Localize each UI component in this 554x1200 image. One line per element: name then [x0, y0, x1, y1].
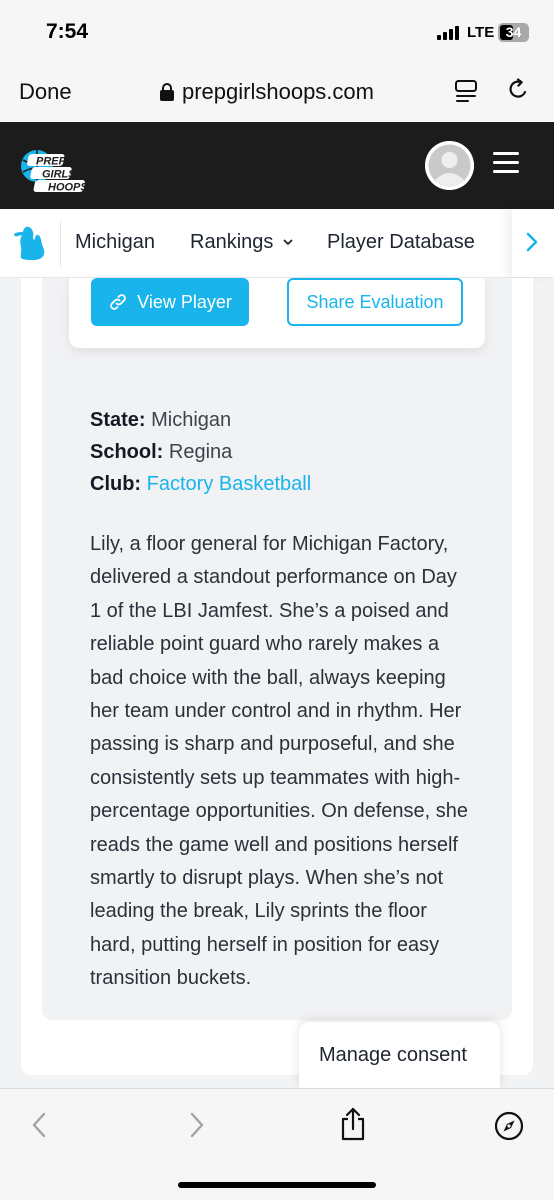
logo-line-2: GIRLS [42, 169, 76, 181]
hamburger-menu-icon[interactable] [493, 152, 519, 174]
network-type: LTE [467, 24, 495, 41]
reader-view-icon[interactable] [454, 79, 478, 105]
evaluation-line: Lily, a floor general for Michigan Facto… [90, 533, 449, 555]
nav-michigan[interactable]: Michigan [75, 231, 155, 254]
evaluation-line: bad choice with the ball, always keeping [90, 666, 446, 689]
evaluation-line: 1 of the LBI Jamfest. She’s a poised and [90, 599, 449, 622]
logo-line-1: PREP [36, 156, 67, 168]
evaluation-line: reads the game well and positions hersel… [90, 833, 458, 856]
user-avatar[interactable] [425, 141, 474, 190]
share-icon[interactable] [339, 1107, 367, 1141]
forward-arrow-icon[interactable] [188, 1111, 206, 1139]
manage-consent-button[interactable]: Manage consent [299, 1022, 500, 1088]
evaluation-line: reliable point guard who rarely makes a [90, 633, 440, 656]
prep-girls-hoops-logo[interactable]: PREP GIRLS HOOPS [20, 140, 104, 192]
evaluation-text: Lily, a floor general for Michigan Facto… [90, 528, 510, 996]
nav-rankings[interactable]: Rankings [190, 231, 293, 254]
evaluation-line: passing is sharp and purposeful, and she [90, 733, 455, 756]
info-state: State: Michigan [90, 404, 311, 436]
done-button[interactable]: Done [19, 79, 72, 105]
evaluation-line: her team under control and in rhythm. He… [90, 700, 462, 723]
evaluation-line: smartly to disrupt plays. When she’s not [90, 867, 444, 890]
evaluation-line: transition buckets. [90, 967, 252, 990]
site-header: PREP GIRLS HOOPS [0, 122, 554, 209]
browser-url-bar: Done prepgirlshoops.com [0, 62, 554, 122]
info-club: Club: Factory Basketball [90, 468, 311, 500]
reload-icon[interactable] [506, 78, 530, 104]
nav-divider [60, 221, 61, 267]
status-time: 7:54 [46, 20, 89, 43]
nav-player-database[interactable]: Player Database [327, 231, 475, 254]
evaluation-line: consistently sets up teammates with high… [90, 766, 461, 789]
chevron-down-icon [283, 239, 293, 245]
info-school: School: Regina [90, 436, 311, 468]
michigan-map-icon[interactable] [12, 223, 50, 263]
nav-rankings-label: Rankings [190, 231, 274, 253]
state-nav-bar: Michigan Rankings Player Database [0, 209, 554, 278]
address-field[interactable]: prepgirlshoops.com [160, 79, 374, 105]
user-silhouette-icon [425, 141, 474, 190]
view-player-label: View Player [137, 291, 232, 312]
compass-icon[interactable] [494, 1111, 524, 1141]
evaluation-panel: View Player Share Evaluation State: Mich… [42, 278, 512, 1020]
link-icon [110, 294, 126, 310]
share-evaluation-button[interactable]: Share Evaluation [287, 278, 463, 326]
chevron-right-icon [526, 232, 538, 252]
club-link[interactable]: Factory Basketball [147, 473, 312, 495]
view-player-button[interactable]: View Player [91, 278, 249, 326]
state-value: Michigan [151, 409, 232, 431]
player-info: State: Michigan School: Regina Club: Fac… [90, 404, 311, 500]
nav-scroll-right-button[interactable] [512, 209, 554, 277]
player-evaluation-card: View Player Share Evaluation State: Mich… [21, 278, 533, 1075]
browser-toolbar [0, 1088, 554, 1200]
evaluation-line: percentage opportunities. On defense, sh… [90, 800, 469, 823]
club-label: Club: [90, 473, 142, 495]
evaluation-line: delivered a standout performance on Day [90, 566, 457, 589]
battery-icon: 34 [498, 23, 529, 42]
battery-level: 34 [505, 24, 522, 40]
evaluation-line: hard, putting herself in position for ea… [90, 933, 440, 956]
back-arrow-icon[interactable] [30, 1111, 48, 1139]
state-label: State: [90, 409, 146, 431]
home-indicator [178, 1182, 376, 1188]
school-value: Regina [168, 441, 233, 463]
player-actions: View Player Share Evaluation [69, 278, 485, 348]
url-text: prepgirlshoops.com [182, 79, 374, 104]
lock-icon [160, 83, 174, 101]
status-bar: 7:54 LTE 34 [0, 0, 554, 62]
logo-line-3: HOOPS [48, 182, 88, 193]
school-label: School: [90, 441, 164, 463]
signal-icon [437, 26, 463, 40]
evaluation-line: leading the break, Lily sprints the floo… [90, 900, 427, 923]
